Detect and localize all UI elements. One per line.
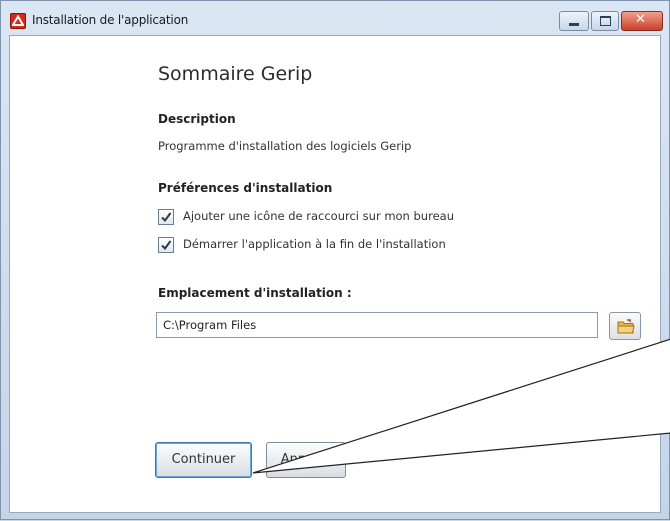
- callout-pointer: [252, 338, 670, 474]
- installer-window: Installation de l'application Sommaire G…: [0, 0, 670, 520]
